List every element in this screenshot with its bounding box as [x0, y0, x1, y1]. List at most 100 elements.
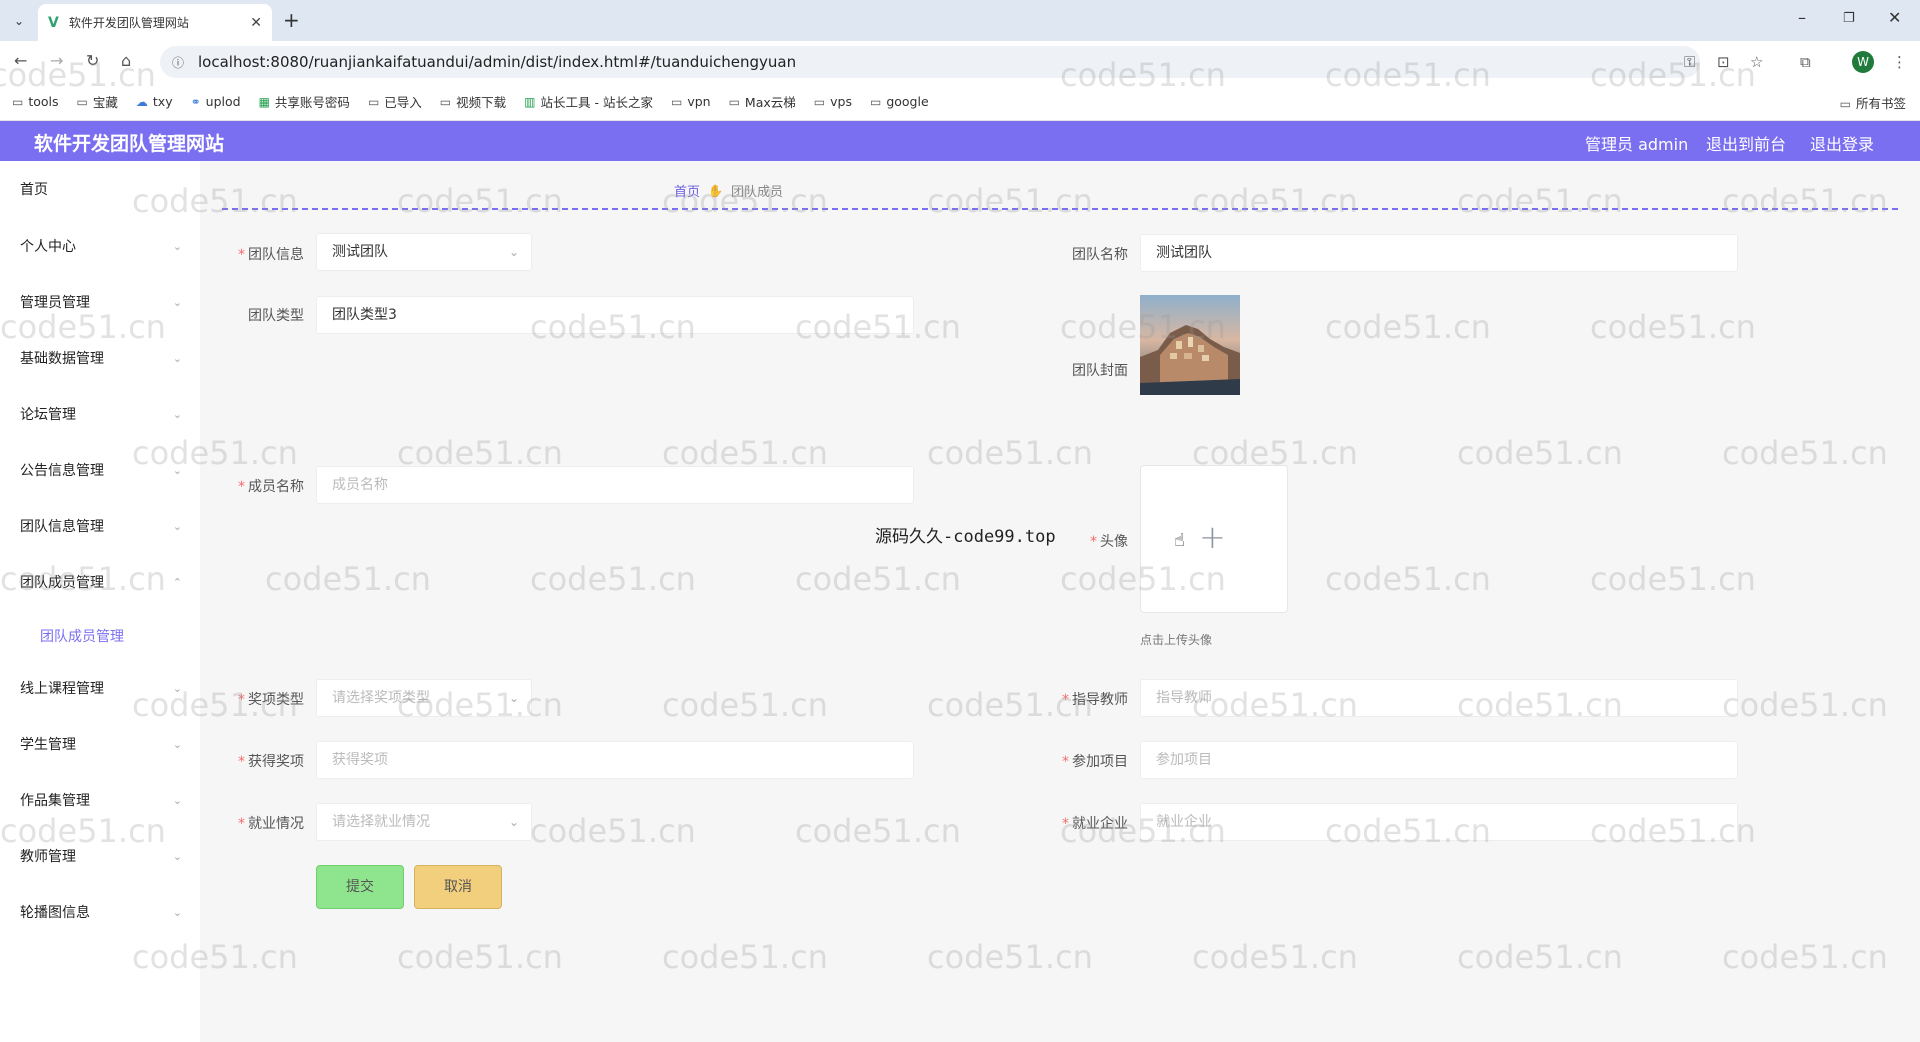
bookmark-item[interactable]: ▦ 共享账号密码	[259, 92, 350, 111]
bookmark-star-icon[interactable]: ☆	[1750, 53, 1763, 71]
chevron-down-icon: ⌄	[172, 239, 182, 253]
exit-to-front-link[interactable]: 退出到前台	[1706, 131, 1786, 155]
folder-icon: ▭	[12, 94, 24, 109]
team-type-field[interactable]: 团队类型3	[316, 296, 914, 334]
screenshot-icon[interactable]: ⊡	[1717, 53, 1730, 71]
bookmark-item[interactable]: ▭ Max云梯	[729, 92, 796, 111]
breadcrumb-home[interactable]: 首页	[674, 181, 700, 200]
sidebar-item-admins[interactable]: 管理员管理 ⌄	[0, 282, 200, 322]
plus-icon: +	[1199, 518, 1226, 556]
url-text[interactable]: localhost:8080/ruanjiankaifatuandui/admi…	[198, 53, 796, 71]
watermark: code51.cn	[1722, 434, 1888, 472]
admin-user: 管理员 admin	[1585, 135, 1689, 154]
project-input[interactable]: 参加项目	[1140, 741, 1738, 779]
chevron-down-icon: ⌄	[172, 681, 182, 695]
chevron-down-icon: ⌄	[508, 691, 519, 705]
vue-favicon-icon: V	[48, 14, 59, 31]
cloud-icon: ☁	[135, 94, 148, 109]
sidebar-item-notices[interactable]: 公告信息管理 ⌄	[0, 450, 200, 490]
watermark: code51.cn	[1192, 182, 1358, 220]
award-type-select[interactable]: 请选择奖项类型 ⌄	[316, 679, 532, 717]
cancel-button[interactable]: 取消	[414, 865, 502, 909]
folder-icon: ▭	[728, 94, 740, 109]
minimize-icon[interactable]: –	[1798, 8, 1806, 27]
sheet-icon: ▦	[258, 94, 270, 109]
folder-icon: ▭	[367, 94, 380, 109]
chevron-down-icon: ⌄	[172, 849, 182, 863]
sidebar-subitem-team-members[interactable]: 团队成员管理	[40, 626, 124, 646]
browser-tab[interactable]: V 软件开发团队管理网站 ✕	[38, 4, 272, 41]
sidebar-item-forum[interactable]: 论坛管理 ⌄	[0, 394, 200, 434]
bookmark-item[interactable]: ☁ txy	[136, 94, 173, 109]
sidebar-item-courses[interactable]: 线上课程管理 ⌄	[0, 668, 200, 708]
advisor-label: * 指导教师	[1062, 692, 1128, 708]
watermark: code51.cn	[795, 812, 961, 850]
password-key-icon[interactable]: ⚿	[1684, 53, 1695, 71]
watermark: code51.cn	[397, 938, 563, 976]
chevron-down-icon: ⌄	[508, 815, 519, 829]
sidebar-item-team-members[interactable]: 团队成员管理 ⌃	[0, 562, 200, 602]
chevron-up-icon: ⌃	[172, 575, 182, 589]
site-info-icon[interactable]: ⓘ	[172, 54, 184, 71]
watermark: code51.cn	[1192, 938, 1358, 976]
watermark: code51.cn	[1590, 308, 1756, 346]
bookmark-item[interactable]: ▭ 视频下载	[440, 92, 506, 111]
chevron-down-icon: ⌄	[172, 407, 182, 421]
team-type-label: 团队类型	[248, 308, 304, 324]
advisor-input[interactable]: 指导教师	[1140, 679, 1738, 717]
browser-menu-icon[interactable]: ⋮	[1892, 53, 1907, 71]
breadcrumb: 首页 ✋ 团队成员	[674, 181, 783, 201]
back-icon[interactable]: ←	[14, 51, 27, 70]
avatar-upload[interactable]: +	[1140, 465, 1288, 613]
address-bar[interactable]: ⓘ localhost:8080/ruanjiankaifatuandui/ad…	[160, 46, 1700, 78]
watermark: code51.cn	[1722, 182, 1888, 220]
sidebar-item-team-info[interactable]: 团队信息管理 ⌄	[0, 506, 200, 546]
team-name-field[interactable]: 测试团队	[1140, 234, 1738, 272]
bookmark-item[interactable]: ▭ 已导入	[368, 92, 422, 111]
close-window-icon[interactable]: ✕	[1888, 8, 1901, 27]
bookmark-item[interactable]: ▭ 宝藏	[77, 92, 118, 111]
employment-select[interactable]: 请选择就业情况 ⌄	[316, 803, 532, 841]
chevron-down-icon: ⌄	[172, 905, 182, 919]
restore-icon[interactable]: ❐	[1843, 11, 1855, 26]
team-info-select[interactable]: 测试团队 ⌄	[316, 233, 532, 271]
watermark: code51.cn	[1457, 938, 1623, 976]
profile-avatar[interactable]: W	[1852, 51, 1874, 73]
forward-icon[interactable]: →	[50, 51, 63, 70]
sidebar-item-profile[interactable]: 个人中心 ⌄	[0, 226, 200, 266]
bookmark-item[interactable]: ⚭ uplod	[191, 94, 241, 109]
sidebar-item-portfolio[interactable]: 作品集管理 ⌄	[0, 780, 200, 820]
project-label: * 参加项目	[1062, 754, 1128, 770]
close-tab-icon[interactable]: ✕	[250, 15, 262, 31]
sidebar-item-home[interactable]: 首页	[0, 169, 200, 209]
sidebar-item-students[interactable]: 学生管理 ⌄	[0, 724, 200, 764]
tab-list-dropdown-icon[interactable]: ⌄	[8, 10, 30, 32]
member-name-input[interactable]: 成员名称	[316, 466, 914, 504]
member-name-label: * 成员名称	[238, 479, 304, 495]
sidebar-item-basic-data[interactable]: 基础数据管理 ⌄	[0, 338, 200, 378]
sidebar-item-teachers[interactable]: 教师管理 ⌄	[0, 836, 200, 876]
submit-button[interactable]: 提交	[316, 865, 404, 909]
hand-icon: ✋	[708, 183, 723, 198]
bookmark-item[interactable]: ▭ google	[870, 94, 929, 109]
bookmark-item[interactable]: ▭ tools	[12, 94, 59, 109]
watermark: code51.cn	[1457, 434, 1623, 472]
extensions-icon[interactable]: ⧉	[1800, 53, 1811, 71]
reload-icon[interactable]: ↻	[86, 51, 99, 70]
logout-link[interactable]: 退出登录	[1810, 131, 1874, 155]
folder-icon: ▭	[439, 94, 452, 109]
home-icon[interactable]: ⌂	[121, 51, 131, 70]
chevron-down-icon: ⌄	[172, 295, 182, 309]
browser-toolbar: ← → ↻ ⌂ ⓘ localhost:8080/ruanjiankaifatu…	[0, 41, 1920, 83]
avatar-upload-hint: 点击上传头像	[1140, 633, 1213, 647]
bookmark-item[interactable]: ▥ 站长工具 - 站长之家	[524, 92, 653, 111]
watermark: code51.cn	[1722, 938, 1888, 976]
all-bookmarks[interactable]: ▭ 所有书签	[1840, 93, 1906, 112]
bookmark-item[interactable]: ▭ vpn	[671, 94, 711, 109]
sidebar-item-carousel[interactable]: 轮播图信息 ⌄	[0, 892, 200, 932]
tab-title: 软件开发团队管理网站	[68, 16, 189, 30]
company-input[interactable]: 就业企业	[1140, 803, 1738, 841]
new-tab-icon[interactable]: +	[283, 8, 300, 32]
award-input[interactable]: 获得奖项	[316, 741, 914, 779]
bookmark-item[interactable]: ▭ vps	[814, 94, 852, 109]
